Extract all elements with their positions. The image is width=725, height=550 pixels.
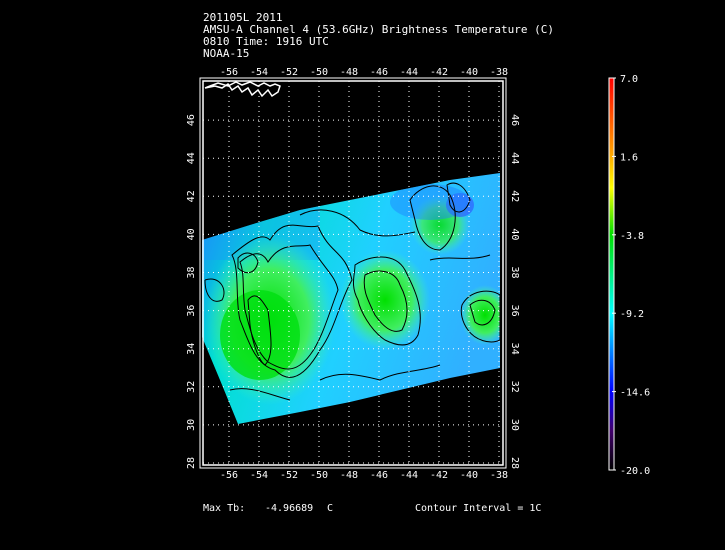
x-tick-label: -38 — [490, 470, 508, 481]
x-tick-label: -38 — [490, 67, 508, 78]
y-tick-label: 44 — [186, 152, 197, 164]
colorbar-tick-label: -14.6 — [620, 388, 650, 399]
x-tick-label: -56 — [220, 67, 238, 78]
y-tick-label: 32 — [186, 381, 197, 393]
x-axis-top: -56 -54 -52 -50 -48 -46 -44 -42 -40 -38 — [220, 67, 508, 78]
max-tb-value: -4.96689 — [265, 503, 314, 514]
y-tick-label: 32 — [509, 381, 520, 393]
map-plot: -56 -54 -52 -50 -48 -46 -44 -42 -40 -38 -56 -54 -52… — [186, 67, 650, 481]
max-tb-unit: C — [327, 503, 334, 514]
y-tick-label: 34 — [186, 343, 197, 355]
x-tick-label: -40 — [460, 470, 478, 481]
x-tick-label: -42 — [430, 470, 448, 481]
y-tick-label: 38 — [509, 266, 520, 278]
y-tick-label: 38 — [186, 266, 197, 278]
x-tick-label: -48 — [340, 67, 358, 78]
y-tick-label: 46 — [186, 114, 197, 126]
contour-interval: Contour Interval = 1C — [415, 503, 542, 514]
x-axis-bottom: -56 -54 -52 -50 -48 -46 -44 -42 -40 -38 — [220, 470, 508, 481]
x-tick-label: -48 — [340, 470, 358, 481]
x-tick-label: -40 — [460, 67, 478, 78]
x-tick-label: -46 — [370, 67, 388, 78]
y-tick-label: 40 — [186, 228, 197, 240]
y-tick-label: 46 — [509, 114, 520, 126]
warm-core-central — [340, 250, 430, 350]
x-tick-label: -44 — [400, 67, 418, 78]
colorbar-tick-label: -9.2 — [620, 309, 644, 320]
y-tick-label: 30 — [186, 419, 197, 431]
colorbar — [608, 77, 615, 471]
y-tick-label: 42 — [509, 190, 520, 202]
y-axis-left: 28 30 32 34 36 38 40 42 44 46 — [186, 114, 197, 469]
colorbar-tick-label: -20.0 — [620, 466, 650, 477]
x-tick-label: -50 — [310, 470, 328, 481]
x-tick-label: -50 — [310, 67, 328, 78]
y-tick-label: 36 — [509, 305, 520, 317]
y-tick-label: 34 — [509, 343, 520, 355]
y-tick-label: 40 — [509, 228, 520, 240]
x-tick-label: -44 — [400, 470, 418, 481]
max-tb-label: Max Tb: — [203, 503, 246, 514]
x-tick-label: -54 — [250, 67, 268, 78]
x-tick-label: -56 — [220, 470, 238, 481]
x-tick-label: -46 — [370, 470, 388, 481]
y-axis-right: 28 30 32 34 36 38 40 42 44 46 — [509, 114, 520, 469]
colorbar-ticks: 7.0 1.6 -3.8 -9.2 -14.6 -20.0 — [612, 74, 650, 477]
coastline — [204, 81, 281, 98]
y-tick-label: 28 — [509, 457, 520, 469]
y-tick-label: 28 — [186, 457, 197, 469]
y-tick-label: 30 — [509, 419, 520, 431]
colorbar-tick-label: 7.0 — [620, 74, 638, 85]
brightness-temperature-swath — [202, 173, 500, 424]
colorbar-tick-label: 1.6 — [620, 152, 638, 163]
x-tick-label: -42 — [430, 67, 448, 78]
x-tick-label: -52 — [280, 67, 298, 78]
colorbar-tick-label: -3.8 — [620, 231, 644, 242]
y-tick-label: 44 — [509, 152, 520, 164]
x-tick-label: -54 — [250, 470, 268, 481]
y-tick-label: 36 — [186, 305, 197, 317]
y-tick-label: 42 — [186, 190, 197, 202]
x-tick-label: -52 — [280, 470, 298, 481]
